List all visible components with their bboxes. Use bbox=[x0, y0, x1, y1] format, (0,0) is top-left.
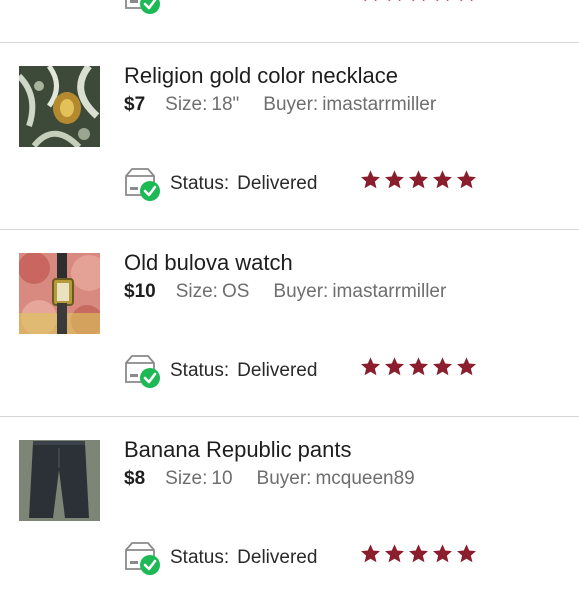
size-label: Size: bbox=[165, 94, 208, 115]
star-icon bbox=[385, 357, 404, 376]
item-price: $10 bbox=[124, 281, 156, 302]
star-icon bbox=[409, 544, 428, 563]
status-label: Status: bbox=[170, 360, 230, 381]
status-value: Delivered bbox=[237, 360, 318, 381]
product-thumbnail[interactable] bbox=[19, 440, 100, 521]
list-item[interactable]: Old bulova watch $10 Size: OS Buyer: imastar… bbox=[0, 230, 579, 417]
status-row: Status: Delivered bbox=[124, 541, 317, 575]
buyer-label: Buyer: bbox=[256, 468, 312, 489]
list-item[interactable]: Religion gold color necklace $7 Size: 18" B… bbox=[0, 43, 579, 230]
size-value: OS bbox=[221, 281, 250, 302]
star-icon bbox=[433, 544, 452, 563]
status-row: Status: Delivered bbox=[124, 167, 317, 201]
watch-photo-icon bbox=[19, 253, 100, 334]
delivered-box-icon bbox=[124, 354, 162, 388]
item-title[interactable]: Religion gold color necklace bbox=[124, 63, 398, 89]
buyer-label: Buyer: bbox=[273, 281, 329, 302]
status-row: Status: Delivered bbox=[124, 354, 317, 388]
star-icon bbox=[412, 0, 425, 2]
item-price: $8 bbox=[124, 468, 146, 489]
size-value: 10 bbox=[211, 468, 233, 489]
delivered-box-icon bbox=[124, 167, 162, 201]
star-icon bbox=[457, 544, 476, 563]
necklace-photo-icon bbox=[19, 66, 100, 147]
status-value: Delivered bbox=[237, 547, 318, 568]
item-meta: $10 Size: OS Buyer: imastarrmiller bbox=[124, 281, 446, 303]
buyer-name[interactable]: imastarrmiller bbox=[332, 281, 446, 302]
product-thumbnail[interactable] bbox=[19, 66, 100, 147]
star-icon bbox=[388, 0, 401, 2]
size-label: Size: bbox=[165, 468, 208, 489]
status-value: Delivered bbox=[237, 173, 318, 194]
item-meta: $8 Size: 10 Buyer: mcqueen89 bbox=[124, 468, 415, 490]
star-icon bbox=[460, 0, 473, 2]
status-label: Status: bbox=[170, 173, 230, 194]
rating-stars bbox=[360, 169, 477, 190]
star-icon bbox=[433, 357, 452, 376]
item-price: $7 bbox=[124, 94, 146, 115]
delivered-box-icon bbox=[124, 541, 162, 575]
star-icon bbox=[457, 170, 476, 189]
item-meta: $7 Size: 18" Buyer: imastarrmiller bbox=[124, 94, 436, 116]
star-icon bbox=[361, 170, 380, 189]
rating-stars bbox=[360, 0, 477, 3]
size-value: 18" bbox=[211, 94, 240, 115]
star-icon bbox=[457, 357, 476, 376]
star-icon bbox=[385, 170, 404, 189]
star-icon bbox=[361, 357, 380, 376]
rating-stars bbox=[360, 543, 477, 564]
status-row bbox=[124, 0, 170, 14]
buyer-label: Buyer: bbox=[263, 94, 319, 115]
product-thumbnail[interactable] bbox=[19, 253, 100, 334]
star-icon bbox=[436, 0, 449, 2]
buyer-name[interactable]: mcqueen89 bbox=[315, 468, 414, 489]
size-label: Size: bbox=[175, 281, 218, 302]
star-icon bbox=[409, 170, 428, 189]
star-icon bbox=[361, 544, 380, 563]
star-icon bbox=[433, 170, 452, 189]
star-icon bbox=[385, 544, 404, 563]
delivered-box-icon bbox=[124, 0, 162, 14]
sold-items-list: Religion gold color necklace $7 Size: 18" B… bbox=[0, 0, 579, 604]
star-icon bbox=[409, 357, 428, 376]
status-label: Status: bbox=[170, 547, 230, 568]
pants-photo-icon bbox=[19, 440, 100, 521]
list-item[interactable]: Banana Republic pants $8 Size: 10 Buyer: mcq… bbox=[0, 417, 579, 604]
list-item[interactable] bbox=[0, 0, 579, 43]
rating-stars bbox=[360, 356, 477, 377]
star-icon bbox=[364, 0, 377, 2]
item-title[interactable]: Banana Republic pants bbox=[124, 437, 352, 463]
item-title[interactable]: Old bulova watch bbox=[124, 250, 293, 276]
buyer-name[interactable]: imastarrmiller bbox=[322, 94, 436, 115]
